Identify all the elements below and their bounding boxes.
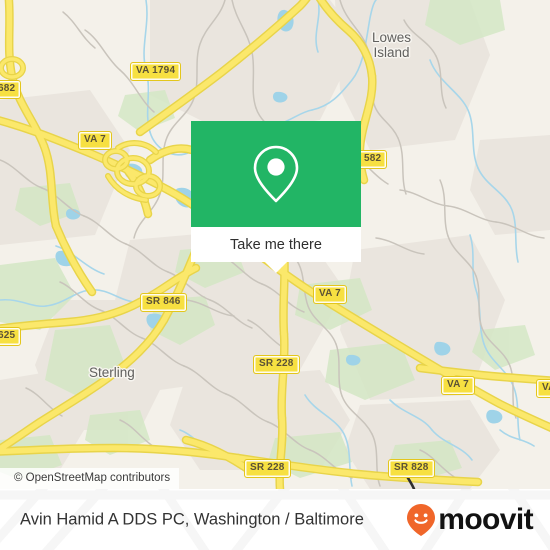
place-label-lowes-island: Lowes Island (372, 30, 411, 60)
road-shield-sr-228-south: SR 228 (244, 459, 291, 478)
place-label-line: Island (373, 45, 410, 61)
road-shield-va-1794: VA 1794 (130, 62, 182, 81)
popup-cta-label: Take me there (230, 236, 322, 253)
road-shield-va-7-mid: VA 7 (313, 285, 347, 304)
osm-attribution[interactable]: © OpenStreetMap contributors (0, 468, 180, 489)
location-title: Avin Hamid A DDS PC, Washington / Baltim… (20, 510, 364, 528)
popup-pointer-tail (265, 262, 287, 273)
road-shield-582: 582 (358, 150, 388, 169)
footer-bar: Avin Hamid A DDS PC, Washington / Baltim… (0, 489, 550, 550)
road-shield-682-west: 682 (0, 80, 22, 99)
map-screenshot: Lowes Island Sterling 682 VA 1794 VA 7 5… (0, 0, 550, 550)
place-label-sterling: Sterling (89, 365, 135, 380)
road-shield-sr-828: SR 828 (388, 459, 435, 478)
map-pin-icon (253, 145, 299, 203)
place-label-line: Lowes (372, 30, 412, 45)
moovit-logo[interactable]: moovit (406, 502, 534, 537)
popup-cta[interactable]: Take me there (191, 227, 361, 273)
popup-header (191, 121, 361, 227)
location-popup-card[interactable]: Take me there (191, 121, 361, 273)
road-shield-sr-846: SR 846 (140, 293, 187, 312)
moovit-pin-smile-icon (407, 503, 436, 536)
road-shield-va-7-nw: VA 7 (78, 131, 112, 150)
road-shield-va-7-east: VA 7 (441, 376, 475, 395)
road-shield-625: 625 (0, 327, 22, 346)
road-shield-va-edge: VA (536, 379, 550, 398)
road-shield-sr-228-mid: SR 228 (253, 355, 300, 374)
moovit-wordmark: moovit (438, 502, 533, 536)
